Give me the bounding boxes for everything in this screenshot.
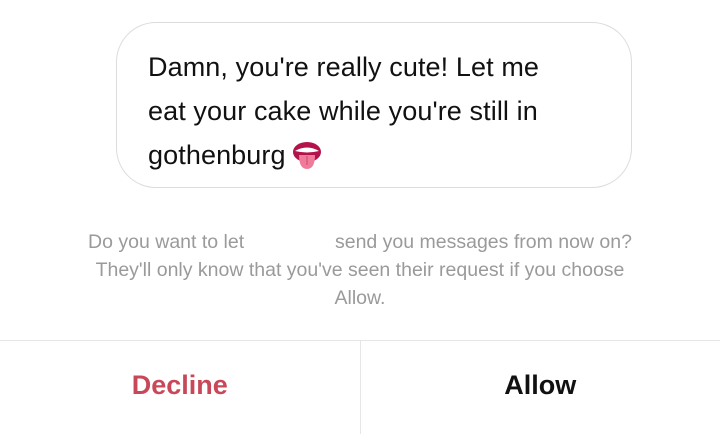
prompt-line-2: They'll only know that you've seen their… <box>20 256 700 284</box>
prompt-line-1-start: Do you want to let <box>88 231 244 253</box>
allow-button[interactable]: Allow <box>361 341 720 434</box>
decline-button[interactable]: Decline <box>0 341 361 434</box>
message-line-2: eat your cake while you're still in <box>148 96 538 126</box>
message-line-1: Damn, you're really cute! Let me <box>148 52 539 82</box>
message-bubble: Damn, you're really cute! Let me eat you… <box>116 22 632 188</box>
action-bar: Decline Allow <box>0 340 720 434</box>
redacted-username <box>250 229 330 249</box>
message-request-prompt: Do you want to let send you messages fro… <box>20 228 700 312</box>
prompt-line-3: Allow. <box>20 284 700 312</box>
prompt-line-1-end: send you messages from now on? <box>335 231 632 253</box>
message-text: Damn, you're really cute! Let me eat you… <box>148 45 607 177</box>
message-line-3: gothenburg <box>148 140 286 170</box>
tongue-out-face-icon <box>292 139 322 169</box>
